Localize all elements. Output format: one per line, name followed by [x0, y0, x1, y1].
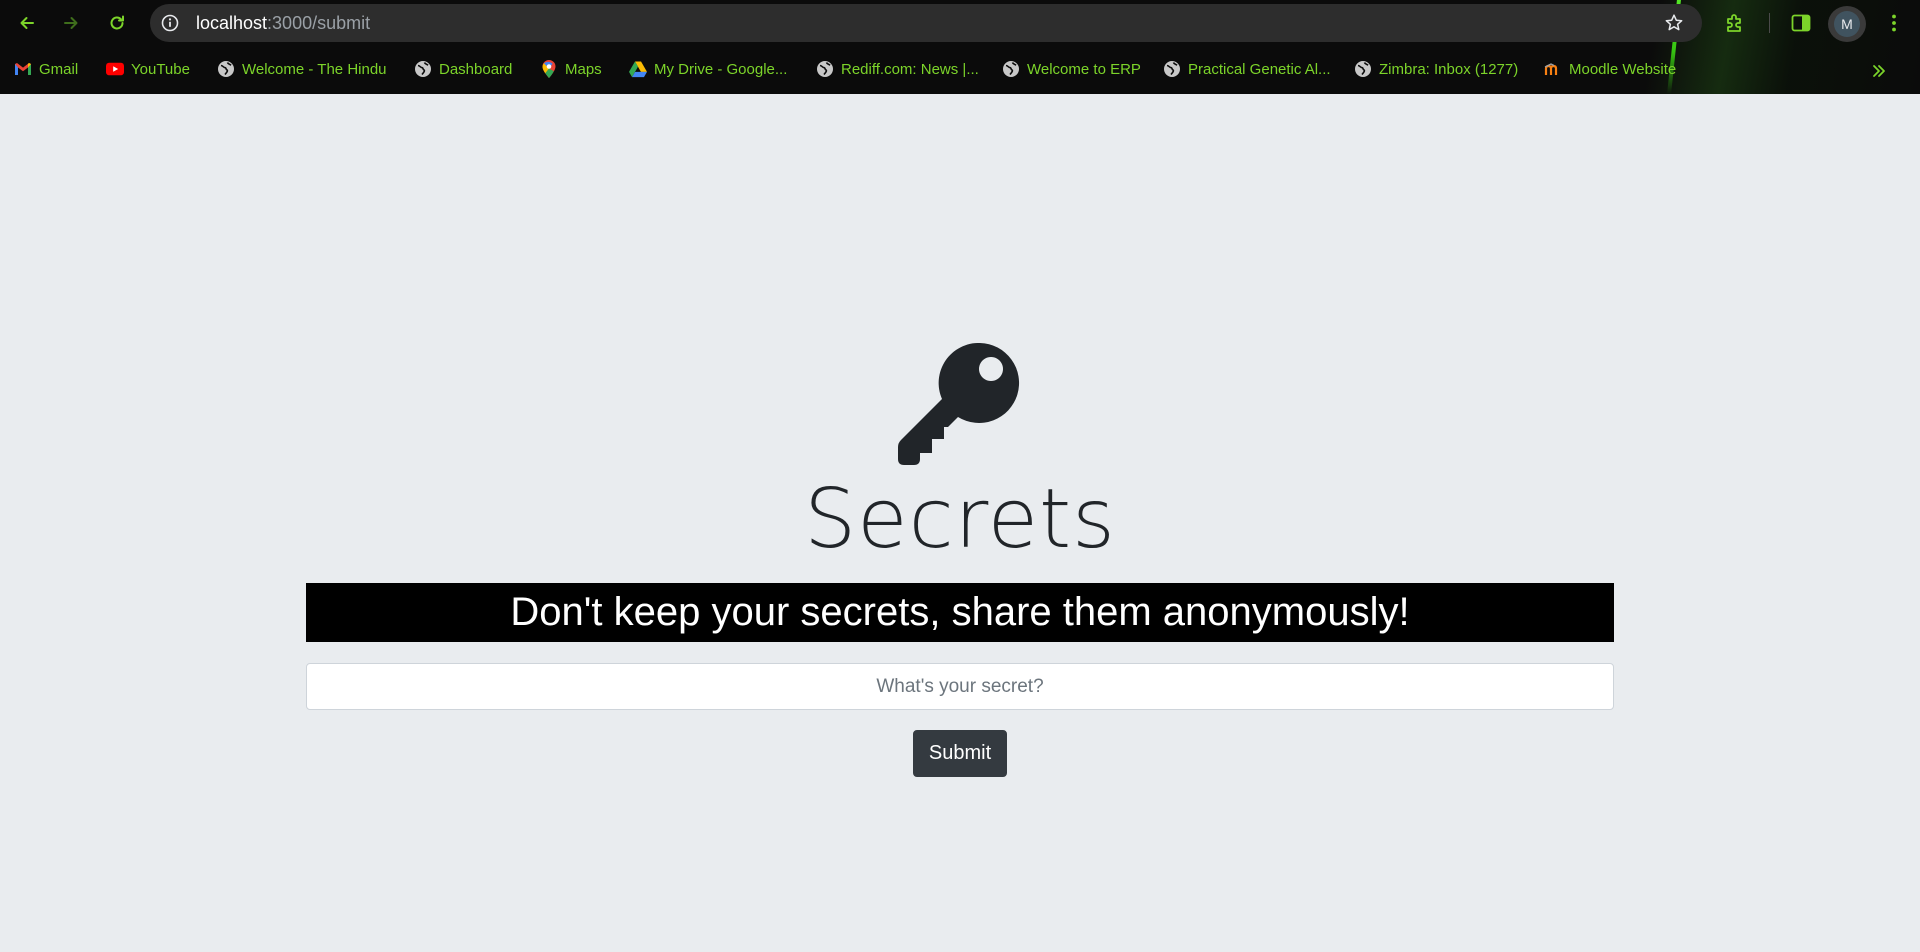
page-title: Secrets — [804, 472, 1116, 567]
bookmark-rediff[interactable]: Rediff.com: News |... — [816, 56, 979, 82]
reload-icon — [110, 15, 124, 30]
bookmarks-bar: Gmail YouTube Welcome - The Hindu Dashbo… — [0, 52, 1920, 86]
globe-icon — [1163, 60, 1181, 78]
bookmark-erp[interactable]: Welcome to ERP — [1002, 56, 1141, 82]
moodle-icon — [1544, 60, 1562, 78]
bookmark-gmail[interactable]: Gmail — [14, 56, 78, 82]
bookmark-label: Maps — [565, 60, 602, 78]
bookmark-google-drive[interactable]: My Drive - Google... — [629, 56, 787, 82]
gmail-icon — [14, 60, 32, 78]
drive-icon — [629, 60, 647, 78]
maps-icon — [540, 60, 558, 78]
globe-icon — [1002, 60, 1020, 78]
url-path: :3000/submit — [267, 13, 371, 33]
bookmark-moodle[interactable]: Moodle Website — [1544, 56, 1676, 82]
bookmark-label: Dashboard — [439, 60, 513, 78]
browser-toolbar: localhost:3000/submit M — [0, 0, 1920, 46]
browser-chrome: localhost:3000/submit M Gmail YouTube We… — [0, 0, 1920, 94]
bookmark-youtube[interactable]: YouTube — [106, 56, 190, 82]
globe-icon — [414, 60, 432, 78]
bookmark-the-hindu[interactable]: Welcome - The Hindu — [217, 56, 387, 82]
bookmark-zimbra[interactable]: Zimbra: Inbox (1277) — [1354, 56, 1518, 82]
youtube-icon — [106, 60, 124, 78]
key-icon — [898, 343, 1020, 465]
globe-icon — [217, 60, 235, 78]
toolbar-divider — [1769, 13, 1770, 33]
bookmark-label: Zimbra: Inbox (1277) — [1379, 60, 1519, 78]
bookmark-dashboard[interactable]: Dashboard — [414, 56, 512, 82]
tagline-banner: Don't keep your secrets, share them anon… — [306, 583, 1614, 642]
bookmark-label: YouTube — [131, 60, 190, 78]
bookmark-maps[interactable]: Maps — [540, 56, 602, 82]
url-host: localhost — [196, 13, 268, 33]
url-text[interactable]: localhost:3000/submit — [196, 4, 370, 42]
page-body: Secrets Don't keep your secrets, share t… — [0, 94, 1920, 952]
globe-icon — [1354, 60, 1372, 78]
bookmark-label: Welcome - The Hindu — [242, 60, 387, 78]
address-bar[interactable]: localhost:3000/submit — [150, 4, 1702, 42]
arrow-left-icon — [20, 17, 34, 29]
arrow-right-icon — [64, 17, 78, 29]
star-icon[interactable] — [1664, 13, 1684, 33]
side-panel-icon[interactable] — [1789, 11, 1813, 35]
bookmark-label: Rediff.com: News |... — [841, 60, 979, 78]
profile-avatar-button[interactable]: M — [1828, 6, 1866, 42]
chevron-double-right-icon[interactable] — [1870, 62, 1888, 80]
reload-button[interactable] — [103, 9, 131, 37]
bookmark-label: My Drive - Google... — [654, 60, 788, 78]
back-button[interactable] — [13, 9, 41, 37]
site-info-icon[interactable] — [161, 14, 179, 32]
extensions-icon[interactable] — [1723, 11, 1747, 35]
globe-icon — [816, 60, 834, 78]
secret-input[interactable] — [306, 663, 1614, 710]
kebab-menu-icon[interactable] — [1882, 11, 1906, 35]
forward-button[interactable] — [57, 9, 85, 37]
bookmark-practical-genetic[interactable]: Practical Genetic Al... — [1163, 56, 1331, 82]
bookmark-label: Gmail — [39, 60, 79, 78]
bookmark-label: Welcome to ERP — [1027, 60, 1141, 78]
avatar-initial: M — [1834, 11, 1860, 37]
bookmark-label: Moodle Website — [1569, 60, 1677, 78]
submit-button[interactable]: Submit — [913, 730, 1007, 777]
bookmark-label: Practical Genetic Al... — [1188, 60, 1331, 78]
